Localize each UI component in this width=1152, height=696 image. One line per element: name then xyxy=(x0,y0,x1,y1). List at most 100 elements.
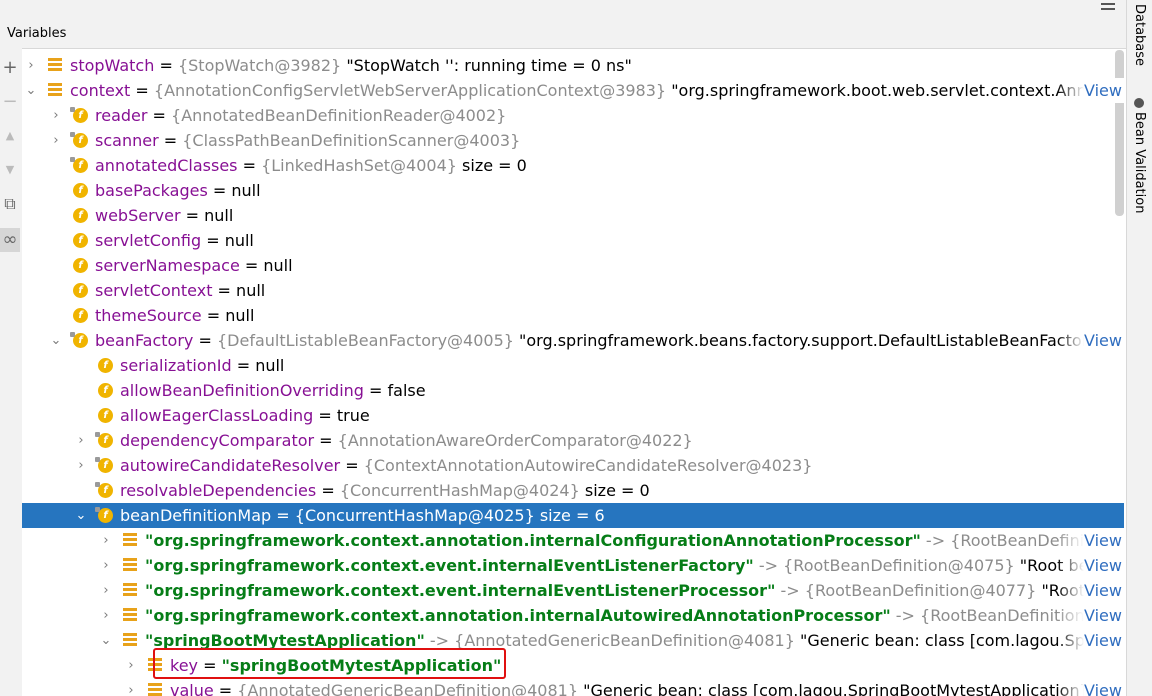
row-content: dependencyComparator = {AnnotationAwareO… xyxy=(120,428,693,453)
field-icon: f xyxy=(98,408,113,423)
expand-arrow-icon[interactable]: › xyxy=(99,553,113,578)
tree-row[interactable]: › value = {AnnotatedGenericBeanDefinition… xyxy=(22,678,1124,696)
value-text: null xyxy=(263,256,293,275)
tree-row[interactable]: f serializationId = null xyxy=(22,353,1124,378)
row-content: serializationId = null xyxy=(120,353,284,378)
tree-row[interactable]: › "org.springframework.context.annotation… xyxy=(22,603,1124,628)
tree-row[interactable]: › f reader = {AnnotatedBeanDefinitionReade… xyxy=(22,103,1124,128)
entry-key: "org.springframework.context.event.inter… xyxy=(145,581,776,600)
variable-name: allowEagerClassLoading xyxy=(120,406,314,425)
value-text: null xyxy=(236,281,266,300)
tree-row[interactable]: › f autowireCandidateResolver = {ContextAn… xyxy=(22,453,1124,478)
tree-row[interactable]: f allowBeanDefinitionOverriding = false xyxy=(22,378,1124,403)
view-link[interactable]: View xyxy=(1084,603,1124,628)
watches-toggle-icon[interactable]: ∞ xyxy=(0,228,20,252)
tree-row[interactable]: ⌄ context = {AnnotationConfigServletWebSe… xyxy=(22,78,1124,103)
value-text: "Generic bean: class [com.lagou.SpringBo… xyxy=(583,681,1124,696)
field-icon: f xyxy=(70,107,88,123)
row-content: basePackages = null xyxy=(95,178,261,203)
expand-arrow-icon[interactable]: › xyxy=(49,103,63,128)
variables-toolbar: + − ▲ ▼ ⧉ ∞ xyxy=(0,48,22,696)
row-content: resolvableDependencies = {ConcurrentHash… xyxy=(120,478,650,503)
tree-row[interactable]: f serverNamespace = null xyxy=(22,253,1124,278)
database-tab[interactable]: Database xyxy=(1132,4,1147,66)
variable-name: stopWatch xyxy=(70,56,155,75)
object-ref: {DefaultListableBeanFactory@4005} xyxy=(216,331,514,350)
view-link[interactable]: View xyxy=(1084,678,1124,696)
expand-arrow-icon[interactable]: › xyxy=(99,528,113,553)
bean-validation-tab-label: Bean Validation xyxy=(1132,112,1147,214)
object-ref: {AnnotationConfigServletWebServerApplica… xyxy=(153,81,667,100)
row-content: scanner = {ClassPathBeanDefinitionScanne… xyxy=(95,128,520,153)
view-link[interactable]: View xyxy=(1084,578,1124,603)
tree-row[interactable]: › f dependencyComparator = {AnnotationAwar… xyxy=(22,428,1124,453)
add-watch-icon[interactable]: + xyxy=(0,56,20,80)
tree-row[interactable]: › "org.springframework.context.event.inte… xyxy=(22,578,1124,603)
expand-arrow-icon[interactable]: › xyxy=(124,653,138,678)
expand-arrow-icon[interactable]: › xyxy=(99,603,113,628)
move-up-icon[interactable]: ▲ xyxy=(0,124,20,148)
entry-arrow: -> xyxy=(920,531,951,550)
bean-validation-tab[interactable]: Bean Validation xyxy=(1132,98,1147,213)
tree-row[interactable]: f annotatedClasses = {LinkedHashSet@4004}… xyxy=(22,153,1124,178)
collapse-arrow-icon[interactable]: ⌄ xyxy=(99,628,113,653)
value-text: true xyxy=(336,406,370,425)
equals-sign: = xyxy=(158,131,183,150)
view-link[interactable]: View xyxy=(1084,78,1124,103)
variable-name: beanDefinitionMap xyxy=(120,506,272,525)
expand-arrow-icon[interactable]: › xyxy=(74,428,88,453)
tree-row[interactable]: f servletContext = null xyxy=(22,278,1124,303)
row-content: "org.springframework.context.annotation.… xyxy=(145,528,1124,553)
tree-row[interactable]: › f scanner = {ClassPathBeanDefinitionScan… xyxy=(22,128,1124,153)
expand-arrow-icon[interactable]: › xyxy=(24,53,38,78)
tree-row[interactable]: f resolvableDependencies = {ConcurrentHas… xyxy=(22,478,1124,503)
entry-icon xyxy=(123,608,137,623)
row-content: webServer = null xyxy=(95,203,233,228)
tree-row[interactable]: f webServer = null xyxy=(22,203,1124,228)
remove-watch-icon[interactable]: − xyxy=(0,90,20,114)
field-icon: f xyxy=(73,183,88,198)
variable-name: annotatedClasses xyxy=(95,156,238,175)
tree-row[interactable]: f servletConfig = null xyxy=(22,228,1124,253)
entry-icon xyxy=(123,558,137,573)
tree-row[interactable]: ⌄ f beanDefinitionMap = {ConcurrentHashMap… xyxy=(22,503,1124,528)
expand-arrow-icon[interactable]: › xyxy=(74,453,88,478)
expand-arrow-icon[interactable]: › xyxy=(124,678,138,696)
collapse-arrow-icon[interactable]: ⌄ xyxy=(74,503,88,528)
row-content: annotatedClasses = {LinkedHashSet@4004} … xyxy=(95,153,527,178)
variable-name: context xyxy=(70,81,131,100)
tree-row[interactable]: › "org.springframework.context.annotation… xyxy=(22,528,1124,553)
collapse-arrow-icon[interactable]: ⌄ xyxy=(24,78,38,103)
tree-row[interactable]: › "org.springframework.context.event.inte… xyxy=(22,553,1124,578)
field-icon: f xyxy=(73,308,88,323)
row-content: "org.springframework.context.event.inter… xyxy=(145,578,1124,603)
row-content: reader = {AnnotatedBeanDefinitionReader@… xyxy=(95,103,506,128)
field-icon: f xyxy=(98,358,113,373)
expand-arrow-icon[interactable]: › xyxy=(49,128,63,153)
view-link[interactable]: View xyxy=(1084,328,1124,353)
expand-arrow-icon[interactable]: › xyxy=(99,578,113,603)
panel-menu-icon[interactable] xyxy=(1097,0,1119,14)
field-icon: f xyxy=(73,208,88,223)
value-text: null xyxy=(231,181,261,200)
tree-row[interactable]: f themeSource = null xyxy=(22,303,1124,328)
equals-sign: = xyxy=(313,406,337,425)
view-link[interactable]: View xyxy=(1084,553,1124,578)
tree-row[interactable]: ⌄ f beanFactory = {DefaultListableBeanFact… xyxy=(22,328,1124,353)
copy-icon[interactable]: ⧉ xyxy=(0,192,20,216)
row-content: beanDefinitionMap = {ConcurrentHashMap@4… xyxy=(120,503,605,528)
equals-sign: = xyxy=(201,306,226,325)
move-down-icon[interactable]: ▼ xyxy=(0,158,20,182)
collapse-arrow-icon[interactable]: ⌄ xyxy=(49,328,63,353)
view-link[interactable]: View xyxy=(1084,528,1124,553)
view-link[interactable]: View xyxy=(1084,628,1124,653)
object-ref: {LinkedHashSet@4004} xyxy=(261,156,457,175)
variable-name: webServer xyxy=(95,206,181,225)
object-ref: {ClassPathBeanDefinitionScanner@4003} xyxy=(182,131,521,150)
tree-row[interactable]: f allowEagerClassLoading = true xyxy=(22,403,1124,428)
tree-row[interactable]: f basePackages = null xyxy=(22,178,1124,203)
row-content: allowEagerClassLoading = true xyxy=(120,403,370,428)
object-ref: {StopWatch@3982} xyxy=(177,56,342,75)
entry-arrow: -> xyxy=(775,581,805,600)
tree-row[interactable]: › stopWatch = {StopWatch@3982} "StopWatch… xyxy=(22,53,1124,78)
